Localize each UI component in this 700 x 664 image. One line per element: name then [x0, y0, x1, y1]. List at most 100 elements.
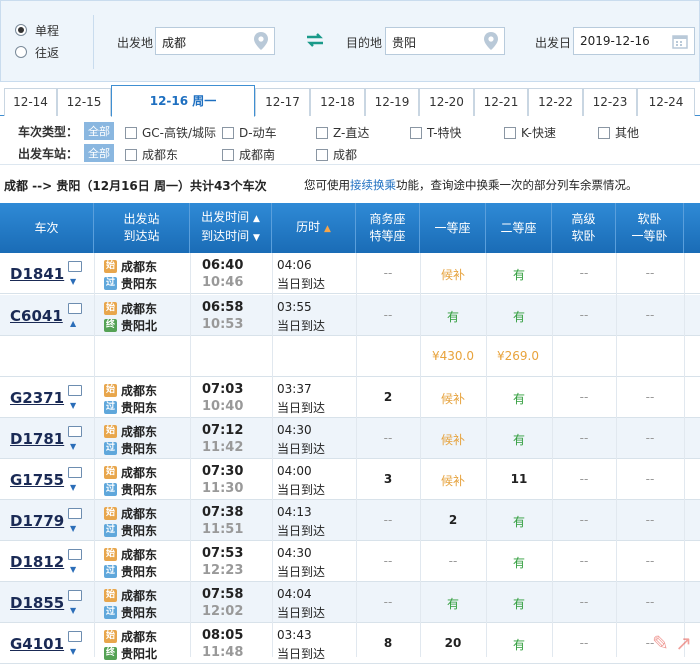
train-number[interactable]: G1755: [10, 471, 64, 489]
date-tab[interactable]: 12-23: [583, 88, 637, 116]
seat-first[interactable]: 有: [420, 595, 486, 612]
info-card-icon[interactable]: [68, 261, 82, 272]
expand-down-icon[interactable]: ▼: [70, 524, 76, 533]
expand-down-icon[interactable]: ▼: [70, 401, 76, 410]
info-card-icon[interactable]: [68, 303, 82, 314]
info-card-icon[interactable]: [68, 549, 82, 560]
seat-second[interactable]: 有: [486, 554, 552, 571]
type-option-d[interactable]: D-动车: [222, 124, 277, 141]
transfer-link[interactable]: 接续换乘: [350, 178, 396, 192]
oneway-radio[interactable]: 单程: [15, 19, 59, 41]
expand-down-icon[interactable]: ▼: [70, 606, 76, 615]
type-all-button[interactable]: 全部: [84, 122, 114, 140]
table-row[interactable]: D1781 ▼ 始成都东 过贵阳东 07:12 11:42 04:30 当日到达…: [0, 418, 700, 459]
info-card-icon[interactable]: [68, 590, 82, 601]
expand-down-icon[interactable]: ▼: [70, 442, 76, 451]
table-row[interactable]: G4101 ▼ 始成都东 终贵阳北 08:05 11:48 03:43 当日到达…: [0, 623, 700, 664]
info-card-icon[interactable]: [68, 631, 82, 642]
checkbox[interactable]: [410, 127, 422, 139]
station-option-chengdu[interactable]: 成都: [316, 146, 357, 163]
table-row[interactable]: D1855 ▼ 始成都东 过贵阳东 07:58 12:02 04:04 当日到达…: [0, 582, 700, 623]
expand-down-icon[interactable]: ▼: [70, 483, 76, 492]
col-time[interactable]: 出发时间 ▲ 到达时间 ▼: [190, 203, 272, 253]
type-option-other[interactable]: 其他: [598, 124, 639, 141]
radio-dot[interactable]: [15, 46, 27, 58]
seat-first[interactable]: 候补: [420, 266, 486, 283]
sort-up-icon[interactable]: ▲: [253, 214, 260, 224]
train-number[interactable]: G4101: [10, 635, 64, 653]
expand-down-icon[interactable]: ▼: [70, 277, 76, 286]
expand-up-icon[interactable]: ▲: [70, 319, 76, 328]
type-option-t[interactable]: T-特快: [410, 124, 462, 141]
seat-biz[interactable]: 3: [356, 472, 420, 486]
seat-second[interactable]: 有: [486, 636, 552, 653]
table-row[interactable]: G2371 ▼ 始成都东 过贵阳东 07:03 10:40 03:37 当日到达…: [0, 377, 700, 418]
radio-dot-selected[interactable]: [15, 24, 27, 36]
seat-biz[interactable]: 8: [356, 636, 420, 650]
date-tab[interactable]: 12-21: [474, 88, 528, 116]
info-card-icon[interactable]: [68, 508, 82, 519]
date-tab[interactable]: 12-17: [255, 88, 310, 116]
expand-down-icon[interactable]: ▼: [70, 647, 76, 656]
seat-biz[interactable]: 2: [356, 390, 420, 404]
checkbox[interactable]: [222, 149, 234, 161]
col-duration[interactable]: 历时 ▲: [272, 203, 356, 253]
table-row[interactable]: G1755 ▼ 始成都东 过贵阳东 07:30 11:30 04:00 当日到达…: [0, 459, 700, 500]
station-option-chengdudong[interactable]: 成都东: [125, 146, 178, 163]
seat-second[interactable]: 有: [486, 431, 552, 448]
train-number[interactable]: G2371: [10, 389, 64, 407]
seat-second[interactable]: 有: [486, 513, 552, 530]
station-all-button[interactable]: 全部: [84, 144, 114, 162]
info-card-icon[interactable]: [68, 467, 82, 478]
to-input[interactable]: 贵阳: [385, 27, 505, 55]
checkbox[interactable]: [504, 127, 516, 139]
type-option-gc[interactable]: GC-高铁/城际: [125, 124, 216, 141]
table-row[interactable]: C6041 ▲ 始成都东 终贵阳北 06:58 10:53 03:55 当日到达…: [0, 295, 700, 336]
type-option-z[interactable]: Z-直达: [316, 124, 369, 141]
train-number[interactable]: D1855: [10, 594, 64, 612]
from-input[interactable]: 成都: [155, 27, 275, 55]
info-card-icon[interactable]: [68, 385, 82, 396]
checkbox[interactable]: [316, 149, 328, 161]
date-tab[interactable]: 12-15: [57, 88, 111, 116]
checkbox[interactable]: [125, 127, 137, 139]
expand-down-icon[interactable]: ▼: [70, 565, 76, 574]
table-row[interactable]: D1779 ▼ 始成都东 过贵阳东 07:38 11:51 04:13 当日到达…: [0, 500, 700, 541]
seat-first[interactable]: 2: [420, 513, 486, 527]
swap-icon[interactable]: [305, 32, 325, 48]
date-tab[interactable]: 12-20: [419, 88, 474, 116]
date-tab[interactable]: 12-24: [637, 88, 695, 116]
train-number[interactable]: D1812: [10, 553, 64, 571]
seat-first[interactable]: 20: [420, 636, 486, 650]
sort-down-icon[interactable]: ▼: [253, 233, 260, 243]
train-number[interactable]: D1779: [10, 512, 64, 530]
date-tab[interactable]: 12-18: [310, 88, 365, 116]
seat-first[interactable]: 候补: [420, 431, 486, 448]
date-tab[interactable]: 12-14: [4, 88, 57, 116]
date-tab[interactable]: 12-19: [365, 88, 419, 116]
table-row[interactable]: D1812 ▼ 始成都东 过贵阳东 07:53 12:23 04:30 当日到达…: [0, 541, 700, 582]
date-tab-selected[interactable]: 12-16 周一: [111, 85, 255, 117]
calendar-icon[interactable]: [672, 33, 688, 49]
station-option-chengdunan[interactable]: 成都南: [222, 146, 275, 163]
seat-second[interactable]: 有: [486, 595, 552, 612]
location-pin-icon[interactable]: [484, 32, 498, 50]
seat-second[interactable]: 有: [486, 390, 552, 407]
seat-second[interactable]: 11: [486, 472, 552, 486]
table-row[interactable]: D1841 ▼ 始成都东 过贵阳东 06:40 10:46 04:06 当日到达…: [0, 253, 700, 294]
checkbox[interactable]: [316, 127, 328, 139]
sort-up-icon[interactable]: ▲: [324, 224, 331, 234]
checkbox[interactable]: [222, 127, 234, 139]
roundtrip-radio[interactable]: 往返: [15, 41, 59, 63]
train-number[interactable]: D1841: [10, 265, 64, 283]
info-card-icon[interactable]: [68, 426, 82, 437]
checkbox[interactable]: [598, 127, 610, 139]
train-number[interactable]: D1781: [10, 430, 64, 448]
date-tab[interactable]: 12-22: [528, 88, 583, 116]
type-option-k[interactable]: K-快速: [504, 124, 556, 141]
date-input[interactable]: 2019-12-16: [573, 27, 695, 55]
seat-second[interactable]: 有: [486, 308, 552, 325]
seat-first[interactable]: 有: [420, 308, 486, 325]
seat-second[interactable]: 有: [486, 266, 552, 283]
checkbox[interactable]: [125, 149, 137, 161]
